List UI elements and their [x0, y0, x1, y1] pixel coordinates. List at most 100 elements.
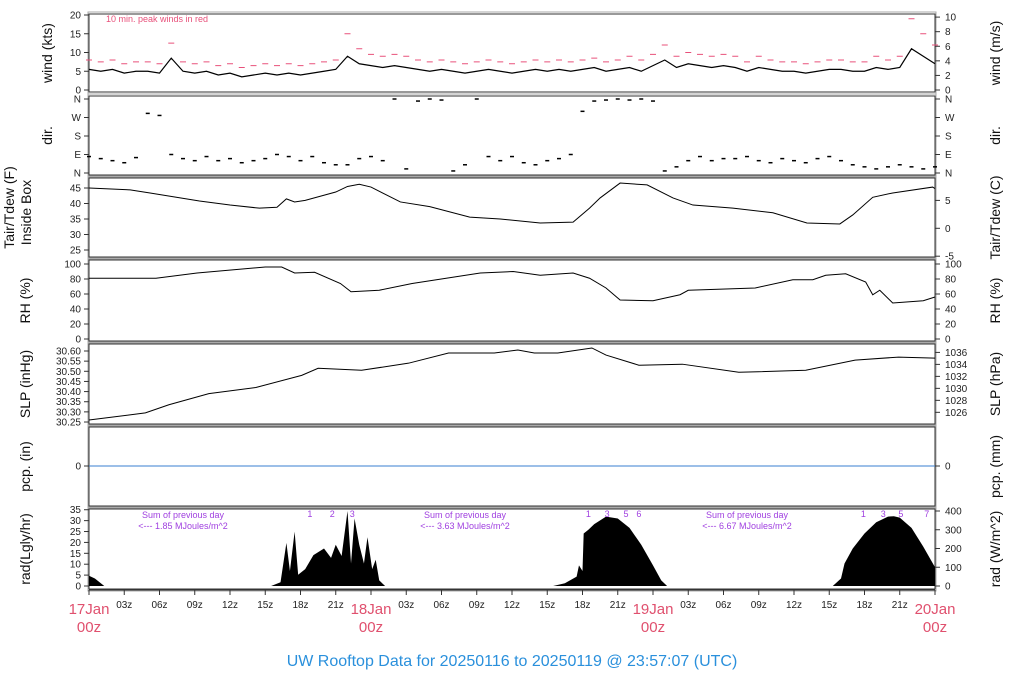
rad-daily-sum-title: Sum of previous day: [424, 510, 507, 520]
rh-ytick-label-left: 20: [70, 320, 82, 331]
slp-ytick-label-left: 30.35: [56, 397, 81, 408]
rad-hour-marker: 7: [924, 509, 929, 519]
rad-hour-marker: 1: [861, 509, 866, 519]
slp-ytick-label-right: 1036: [945, 348, 968, 359]
temp-ytick-label-left: 35: [70, 215, 82, 226]
x-date-time-label: 00z: [77, 619, 101, 636]
temp-ytick-label-right: 5: [945, 196, 951, 207]
dir-ytick-label-right: W: [945, 113, 955, 124]
x-tick-label: 09z: [469, 600, 485, 611]
slp-ytick-label-right: 1032: [945, 372, 968, 383]
slp-ylabel-right: SLP (hPa): [987, 352, 1003, 416]
dir-ytick-label-right: N: [945, 95, 952, 106]
dir-ytick-label-left: E: [74, 150, 81, 161]
rad-ytick-label-right: 200: [945, 544, 962, 555]
slp-line: [88, 347, 936, 421]
temp-panel-frame: [88, 177, 936, 258]
rad-daily-sum-title: Sum of previous day: [142, 510, 225, 520]
wind-panel-outer: [87, 11, 937, 95]
slp-ytick-label-left: 30.60: [56, 347, 81, 358]
x-tick-label: 12z: [786, 600, 802, 611]
temp-ytick-label-left: 30: [70, 230, 82, 241]
x-date-label: 19Jan: [633, 601, 674, 618]
rad-daily-sum-value: <--- 6.67 MJoules/m^2: [702, 521, 792, 531]
rad-ytick-label-left: 25: [70, 527, 82, 538]
rh-ytick-label-left: 100: [64, 260, 81, 271]
x-date-time-label: 00z: [359, 619, 383, 636]
x-date-label: 18Jan: [351, 601, 392, 618]
dir-ytick-label-right: N: [945, 169, 952, 180]
rad-hour-marker: 6: [636, 509, 641, 519]
rad-ytick-label-right: 0: [945, 582, 951, 593]
wind-ytick-label-left: 10: [70, 48, 82, 59]
rad-hour-marker: 3: [350, 509, 355, 519]
wind-ytick-label-right: 2: [945, 71, 951, 82]
rad-ytick-label-left: 10: [70, 560, 82, 571]
rad-hour-marker: 5: [623, 509, 628, 519]
temp-line: [88, 182, 936, 225]
slp-ytick-label-right: 1026: [945, 408, 968, 419]
x-tick-label: 18z: [574, 600, 590, 611]
x-tick-label: 06z: [433, 600, 449, 611]
slp-panel-frame: [88, 343, 936, 425]
x-tick-label: 09z: [751, 600, 767, 611]
rad-ytick-label-left: 15: [70, 549, 82, 560]
rh-ytick-label-right: 0: [945, 335, 951, 346]
slp-ytick-label-left: 30.25: [56, 418, 81, 429]
rad-daily-sum-title: Sum of previous day: [706, 510, 789, 520]
rad-hour-marker: 5: [898, 509, 903, 519]
x-tick-label: 12z: [504, 600, 520, 611]
rad-hour-marker: 3: [881, 509, 886, 519]
slp-panel-outer: [87, 341, 937, 427]
x-tick-label: 18z: [292, 600, 308, 611]
temp-ylabel2: Inside Box: [18, 180, 34, 245]
wind-ylabel: wind (kts): [39, 23, 55, 84]
x-tick-label: 18z: [856, 600, 872, 611]
dir-panel-frame: [88, 95, 936, 176]
pcp-ylabel: pcp. (in): [17, 441, 33, 492]
rh-ytick-label-left: 80: [70, 275, 82, 286]
slp-ylabel: SLP (inHg): [17, 350, 33, 418]
x-tick-label: 15z: [257, 600, 273, 611]
wind-ytick-label-right: 6: [945, 42, 951, 53]
x-tick-label: 03z: [398, 600, 414, 611]
temp-ytick-label-left: 45: [70, 184, 82, 195]
rh-ytick-label-left: 60: [70, 290, 82, 301]
x-date-label: 20Jan: [915, 601, 956, 618]
rad-ylabel-right: rad (W/m^2): [987, 511, 1003, 588]
x-date-time-label: 00z: [923, 619, 947, 636]
slp-ytick-label-right: 1028: [945, 396, 968, 407]
wind-ytick-label-left: 15: [70, 29, 82, 40]
x-tick-label: 12z: [222, 600, 238, 611]
slp-ytick-label-left: 30.55: [56, 357, 81, 368]
rad-hour-marker: 1: [307, 509, 312, 519]
temp-ylabel-right: Tair/Tdew (C): [987, 175, 1003, 259]
rh-ytick-label-right: 100: [945, 260, 962, 271]
x-tick-label: 21z: [328, 600, 344, 611]
rh-ytick-label-left: 0: [75, 335, 81, 346]
slp-ytick-label-left: 30.40: [56, 387, 81, 398]
rad-ytick-label-left: 20: [70, 538, 82, 549]
temp-ytick-label-right: 0: [945, 224, 951, 235]
rh-ytick-label-right: 80: [945, 275, 957, 286]
rad-ylabel: rad(Lgly/hr): [17, 513, 33, 585]
rad-ytick-label-right: 400: [945, 507, 962, 518]
x-date-time-label: 00z: [641, 619, 665, 636]
slp-ytick-label-right: 1034: [945, 360, 968, 371]
dir-panel-outer: [87, 93, 937, 178]
chart-title: UW Rooftop Data for 20250116 to 20250119…: [287, 653, 738, 670]
temp-panel-outer: [87, 175, 937, 260]
x-tick-label: 21z: [610, 600, 626, 611]
rh-ylabel: RH (%): [17, 278, 33, 324]
dir-ylabel: dir.: [39, 126, 55, 145]
rad-ytick-label-left: 30: [70, 516, 82, 527]
rad-ytick-label-left: 0: [75, 582, 81, 593]
rad-hour-marker: 1: [586, 509, 591, 519]
wind-ytick-label-right: 10: [945, 13, 957, 24]
rh-ytick-label-right: 60: [945, 290, 957, 301]
rh-line: [89, 266, 936, 304]
x-tick-label: 21z: [892, 600, 908, 611]
dir-ytick-label-left: N: [74, 169, 81, 180]
wind-ytick-label-left: 20: [70, 11, 82, 22]
slp-ytick-label-left: 30.45: [56, 377, 81, 388]
